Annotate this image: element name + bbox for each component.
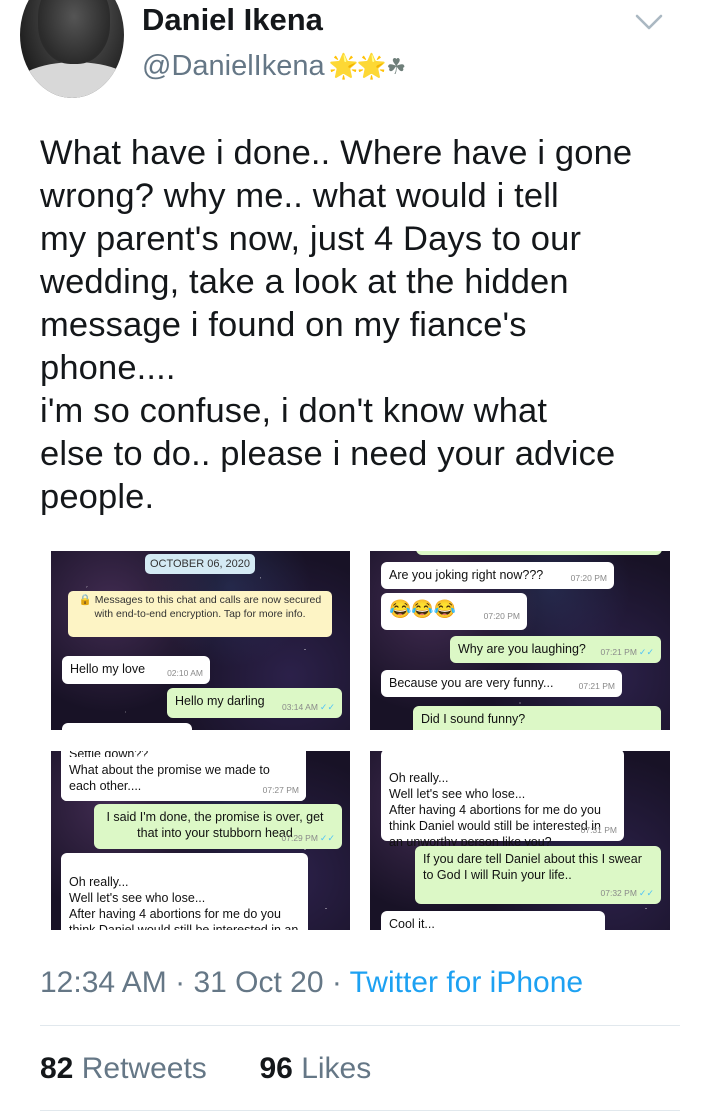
message-time: 07:20 PM: [570, 573, 607, 583]
avatar-face: [38, 0, 110, 64]
retweets-stat[interactable]: 82 Retweets: [40, 1052, 207, 1085]
message-outgoing: I said I'm done, the promise is over, ge…: [94, 804, 342, 849]
message-outgoing: If you dare tell Daniel about this I swe…: [415, 846, 661, 904]
chevron-down-icon[interactable]: [634, 10, 664, 34]
encryption-notice: 🔒 Messages to this chat and calls are no…: [68, 591, 332, 637]
tweet-time: 12:34 AM: [40, 966, 167, 999]
message-time-value: 03:14 AM: [281, 702, 318, 712]
message-text: Because you are very funny...: [389, 676, 554, 690]
message-text: What about the promise we made to each o…: [69, 763, 270, 793]
tweet-meta: 12:34 AM · 31 Oct 20 · Twitter for iPhon…: [40, 966, 583, 1000]
message-incoming: What about the promise we made to each o…: [61, 757, 306, 801]
meta-separator: ·: [323, 966, 350, 999]
meta-separator: ·: [166, 966, 194, 999]
message-text: Are you joking right now???: [389, 568, 544, 582]
read-ticks-icon: ✓✓: [319, 702, 335, 712]
message-incoming-emoji: 😂😂😂 07:20 PM: [381, 593, 527, 630]
message-time: 07:27 PM: [262, 785, 299, 795]
message-incoming: Because you are very funny... 07:21 PM: [381, 670, 622, 697]
likes-count: 96: [259, 1052, 293, 1085]
avatar-shoulder: [20, 62, 124, 98]
message-outgoing-cut: Did I sound funny?: [413, 706, 661, 730]
message-text: Oh really... Well let's see who lose... …: [389, 771, 601, 849]
message-incoming: Are you joking right now??? 07:20 PM: [381, 562, 614, 589]
attached-image-3[interactable]: Settle down?? What about the promise we …: [51, 751, 350, 930]
message-outgoing: Hello my darling 03:14 AM ✓✓: [167, 688, 342, 718]
message-text: Oh really... Well let's see who lose... …: [69, 875, 299, 930]
message-incoming: Oh really... Well let's see who lose... …: [381, 751, 624, 849]
retweets-label: Retweets: [81, 1052, 207, 1085]
message-time-value: 07:32 PM: [600, 888, 637, 898]
message-incoming-cut: Oh really... Well let's see who lose... …: [61, 853, 308, 930]
message-incoming-cut: Cool it...: [381, 911, 605, 930]
divider: [40, 1025, 680, 1026]
author-handle-row[interactable]: @DanielIkena 🌟🌟 ☘: [142, 50, 406, 83]
tweet-date: 31 Oct 20: [193, 966, 324, 999]
divider: [40, 1110, 680, 1111]
attached-image-1[interactable]: OCTOBER 06, 2020 🔒 Messages to this chat…: [51, 551, 350, 730]
message-outgoing: Why are you laughing? 07:21 PM ✓✓: [450, 636, 661, 663]
star-emoji-icon: 🌟🌟: [328, 53, 387, 80]
read-ticks-icon: ✓✓: [319, 833, 335, 843]
author-avatar[interactable]: [20, 0, 124, 98]
laughing-emoji-icon: 😂😂😂: [389, 599, 457, 619]
tweet-source-link[interactable]: Twitter for iPhone: [350, 966, 583, 999]
read-ticks-icon: ✓✓: [638, 647, 654, 657]
message-time: 03:14 AM ✓✓: [282, 699, 335, 715]
message-time: 07:32 PM ✓✓: [601, 885, 654, 901]
attached-image-2[interactable]: Are you joking right now??? 07:20 PM 😂😂😂…: [370, 551, 670, 730]
likes-stat[interactable]: 96 Likes: [259, 1052, 371, 1085]
message-time: 07:20 PM: [483, 611, 520, 621]
message-text: Why are you laughing?: [458, 642, 586, 656]
message-text: Hello my darling: [175, 694, 265, 708]
message-time: 07:29 PM ✓✓: [282, 830, 335, 846]
chat-date-chip: OCTOBER 06, 2020: [145, 554, 255, 574]
tweet-stats: 82 Retweets 96 Likes: [40, 1052, 371, 1086]
likes-label: Likes: [301, 1052, 372, 1085]
attached-image-4[interactable]: Oh really... Well let's see who lose... …: [370, 751, 670, 930]
message-time: 07:31 PM: [580, 825, 617, 835]
retweets-count: 82: [40, 1052, 74, 1085]
message-text: Did I sound funny?: [421, 712, 526, 726]
message-outgoing-cut: [416, 551, 662, 555]
shamrock-emoji-icon: ☘: [386, 53, 407, 79]
author-name[interactable]: Daniel Ikena: [142, 2, 323, 38]
message-time: 07:21 PM ✓✓: [601, 644, 654, 660]
message-text: If you dare tell Daniel about this I swe…: [423, 852, 642, 882]
message-text: Cool it...: [389, 917, 435, 930]
read-ticks-icon: ✓✓: [638, 888, 654, 898]
message-time-value: 07:29 PM: [281, 833, 318, 843]
author-handle: @DanielIkena: [142, 50, 325, 82]
message-incoming: Hello my love 02:10 AM: [62, 656, 210, 684]
message-incoming-cut: [62, 723, 192, 730]
message-time: 02:10 AM: [167, 668, 203, 678]
message-text: Hello my love: [70, 662, 146, 676]
tweet-text: What have i done.. Where have i gone wro…: [40, 134, 633, 516]
message-time: 07:21 PM: [578, 681, 615, 691]
message-time-value: 07:21 PM: [600, 647, 637, 657]
